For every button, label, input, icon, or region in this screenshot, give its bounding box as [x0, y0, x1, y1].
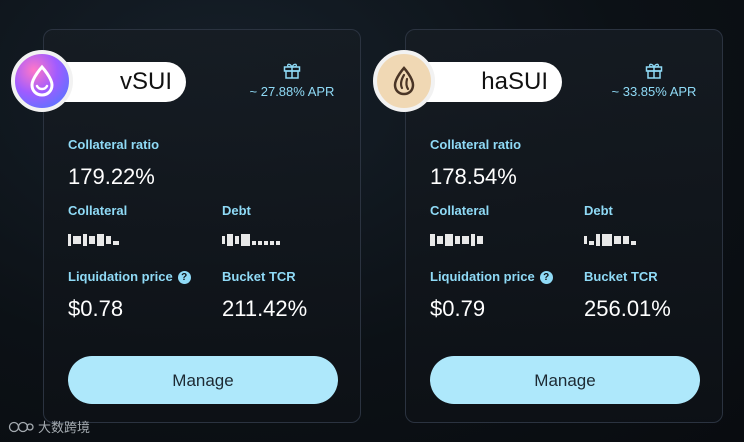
- token-name: haSUI: [481, 68, 548, 95]
- debt-label: Debt: [584, 203, 613, 218]
- collateral-ratio-label: Collateral ratio: [68, 137, 160, 152]
- bucket-tcr-value: 211.42%: [222, 296, 308, 321]
- collateral-ratio-value: 179.22%: [68, 164, 155, 189]
- gift-icon: [645, 63, 663, 79]
- collateral-ratio-label: Collateral ratio: [430, 137, 522, 152]
- debt-value-redacted: [584, 233, 636, 246]
- gift-icon: [283, 63, 301, 79]
- apr-value: ~ 27.88% APR: [249, 84, 335, 99]
- info-icon[interactable]: ?: [177, 271, 191, 284]
- debt-value-redacted: [222, 233, 280, 246]
- manage-button[interactable]: Manage: [68, 356, 338, 404]
- apr-value: ~ 33.85% APR: [611, 84, 697, 99]
- collateral-value-redacted: [430, 233, 483, 246]
- manage-button[interactable]: Manage: [430, 356, 700, 404]
- debt-label: Debt: [222, 203, 251, 218]
- vsui-token-icon: [11, 50, 73, 112]
- bucket-tcr-label: Bucket TCR: [222, 269, 296, 284]
- bucket-tcr-value: 256.01%: [584, 296, 671, 321]
- collateral-value-redacted: [68, 233, 119, 246]
- liquidation-price-label-text: Liquidation price: [430, 269, 535, 284]
- collateral-label: Collateral: [430, 203, 490, 218]
- info-icon[interactable]: ?: [539, 271, 553, 284]
- hasui-token-icon: [373, 50, 435, 112]
- collateral-ratio-value: 178.54%: [430, 164, 517, 189]
- bucket-tcr-label: Bucket TCR: [584, 269, 658, 284]
- liquidation-price-value: $0.79: [430, 296, 486, 321]
- token-name: vSUI: [119, 68, 172, 95]
- liquidation-price-label-text: Liquidation price: [68, 269, 173, 284]
- liquidation-price-label: Liquidation price?: [68, 269, 191, 284]
- apr-badge: ~ 27.88% APR: [237, 60, 347, 99]
- liquidation-price-value: $0.78: [68, 296, 124, 321]
- liquidation-price-label: Liquidation price?: [430, 269, 553, 284]
- watermark: 大数跨境: [8, 417, 90, 436]
- watermark-logo-icon: [8, 421, 34, 432]
- collateral-label: Collateral: [68, 203, 128, 218]
- apr-badge: ~ 33.85% APR: [599, 60, 709, 99]
- watermark-text: 大数跨境: [38, 420, 91, 435]
